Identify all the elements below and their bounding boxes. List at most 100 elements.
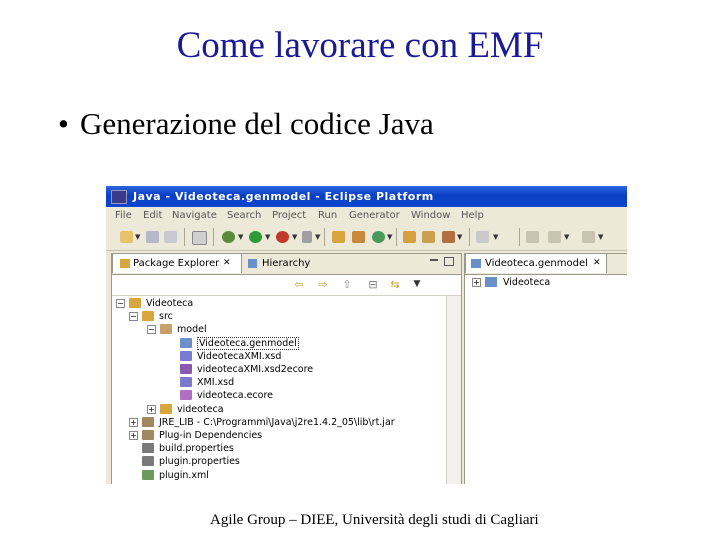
tree-item-label: XMI.xsd	[197, 377, 235, 389]
tree-item-label: Videoteca	[503, 277, 551, 288]
debug-dropdown-icon[interactable]: ▼	[238, 233, 243, 241]
menu-help[interactable]: Help	[461, 210, 484, 221]
refresh-icon[interactable]	[372, 231, 385, 243]
tree-item[interactable]: VideotecaXMI.xsd	[112, 350, 447, 363]
tree-item-label: src	[159, 311, 173, 323]
expand-toggle-icon[interactable]: −	[147, 325, 156, 335]
xsd-file-icon	[180, 350, 192, 361]
tab-hierarchy[interactable]: Hierarchy	[244, 254, 324, 273]
external-tools-icon[interactable]	[276, 231, 289, 243]
tab-package-explorer[interactable]: Package Explorer ✕	[112, 254, 242, 273]
expand-toggle-icon[interactable]: +	[129, 417, 138, 427]
main-toolbar: ▼ ▼ ▼ ▼ ▼ ▼ ▼ ▼ ▼ ▼	[106, 224, 627, 251]
view-menu-icon[interactable]: ▼	[410, 278, 424, 291]
menu-search[interactable]: Search	[227, 210, 261, 221]
new-class-icon[interactable]	[352, 231, 365, 243]
run-dropdown-icon[interactable]: ▼	[265, 233, 270, 241]
tab-label: Package Explorer	[133, 258, 220, 269]
toolbar-separator	[324, 228, 325, 246]
pin-icon[interactable]	[476, 231, 489, 243]
tree-item[interactable]: − model	[112, 323, 447, 336]
xsd-file-icon	[180, 377, 192, 388]
tree-item[interactable]: Videoteca.genmodel	[112, 336, 447, 350]
vertical-scrollbar[interactable]	[446, 296, 461, 484]
toolbar-separator	[213, 228, 214, 246]
last-edit-icon[interactable]	[526, 231, 539, 243]
menu-bar: File Edit Navigate Search Project Run Ge…	[106, 207, 627, 224]
tree-item[interactable]: plugin.properties	[112, 455, 447, 468]
menu-generator[interactable]: Generator	[349, 210, 400, 221]
tree-item[interactable]: + JRE_LIB - C:\Programmi\Java\j2re1.4.2_0…	[112, 416, 447, 429]
forward-icon[interactable]	[582, 231, 595, 243]
close-icon[interactable]: ✕	[593, 254, 601, 273]
tree-item-label: Plug-in Dependencies	[159, 430, 263, 441]
package-icon	[160, 403, 172, 414]
edit-icon[interactable]	[422, 231, 435, 243]
tree-item[interactable]: − src	[112, 310, 447, 323]
tab-videoteca-genmodel[interactable]: Videoteca.genmodel ✕	[465, 254, 607, 273]
menu-window[interactable]: Window	[411, 210, 450, 221]
menu-file[interactable]: File	[115, 210, 132, 221]
menu-navigate[interactable]: Navigate	[172, 210, 217, 221]
tree-item[interactable]: + videoteca	[112, 403, 447, 416]
tree-item[interactable]: + Plug-in Dependencies	[112, 429, 447, 442]
eclipse-screenshot: Java - Videoteca.genmodel - Eclipse Plat…	[106, 186, 627, 484]
tree-item[interactable]: videoteca.ecore	[112, 389, 447, 402]
tool-icon[interactable]	[302, 231, 312, 243]
tree-item-label: Videoteca	[146, 298, 194, 309]
save-all-icon[interactable]	[164, 231, 177, 243]
new-wizard-icon[interactable]	[120, 231, 133, 243]
close-icon[interactable]: ✕	[223, 254, 231, 273]
back-dropdown-icon[interactable]: ▼	[564, 233, 569, 241]
forward-dropdown-icon[interactable]: ▼	[598, 233, 603, 241]
source-folder-icon	[142, 311, 154, 322]
toolbar-separator	[184, 228, 185, 246]
expand-toggle-icon[interactable]: −	[116, 299, 125, 308]
genmodel-file-icon	[180, 337, 192, 348]
expand-toggle-icon[interactable]: +	[147, 404, 156, 414]
editor-tab-bar: Videoteca.genmodel ✕	[465, 254, 627, 275]
expand-toggle-icon[interactable]: −	[129, 312, 138, 322]
menu-edit[interactable]: Edit	[143, 210, 162, 221]
package-icon	[160, 324, 172, 335]
view-tab-bar: Package Explorer ✕ Hierarchy	[112, 254, 461, 275]
collapse-all-icon[interactable]: ⊟	[366, 278, 380, 291]
menu-run[interactable]: Run	[318, 210, 337, 221]
back-icon[interactable]	[548, 231, 561, 243]
tab-label: Videoteca.genmodel	[485, 258, 588, 269]
minimize-icon[interactable]	[430, 259, 438, 261]
expand-toggle-icon[interactable]: +	[472, 278, 481, 287]
debug-icon[interactable]	[222, 231, 235, 243]
tree-item-label: plugin.xml	[159, 469, 209, 481]
expand-toggle-icon[interactable]: +	[129, 431, 138, 440]
link-editor-icon[interactable]: ⇆	[388, 278, 402, 291]
forward-arrow-icon[interactable]: ⇨	[316, 278, 330, 291]
external-tools-dropdown-icon[interactable]: ▼	[292, 233, 297, 241]
bullet-text: Generazione del codice Java	[80, 106, 434, 141]
tree-item[interactable]: + Videoteca	[465, 276, 625, 289]
up-icon[interactable]: ⇧	[340, 278, 354, 291]
print-icon[interactable]	[192, 231, 207, 245]
save-icon[interactable]	[146, 231, 159, 243]
refresh-dropdown-icon[interactable]: ▼	[387, 233, 392, 241]
toolbar-separator	[396, 228, 397, 246]
search-icon[interactable]	[442, 231, 455, 243]
tree-item[interactable]: − Videoteca	[112, 297, 447, 310]
new-dropdown-icon[interactable]: ▼	[135, 233, 140, 241]
tree-item[interactable]: videotecaXMI.xsd2ecore	[112, 363, 447, 376]
menu-project[interactable]: Project	[272, 210, 306, 221]
tree-item-label: build.properties	[159, 443, 234, 455]
pin-dropdown-icon[interactable]: ▼	[493, 233, 498, 241]
window-title: Java - Videoteca.genmodel - Eclipse Plat…	[133, 190, 434, 203]
tree-item[interactable]: XMI.xsd	[112, 376, 447, 389]
back-arrow-icon[interactable]: ⇦	[292, 278, 306, 291]
tool-dropdown-icon[interactable]: ▼	[315, 233, 320, 241]
run-icon[interactable]	[249, 231, 262, 243]
tree-item[interactable]: build.properties	[112, 442, 447, 455]
search-dropdown-icon[interactable]: ▼	[457, 233, 462, 241]
open-type-icon[interactable]	[332, 231, 345, 243]
maximize-icon[interactable]	[444, 257, 454, 266]
bullet-point: • Generazione del codice Java	[58, 106, 434, 142]
tree-item[interactable]: plugin.xml	[112, 469, 447, 482]
open-folder-icon[interactable]	[403, 231, 416, 243]
